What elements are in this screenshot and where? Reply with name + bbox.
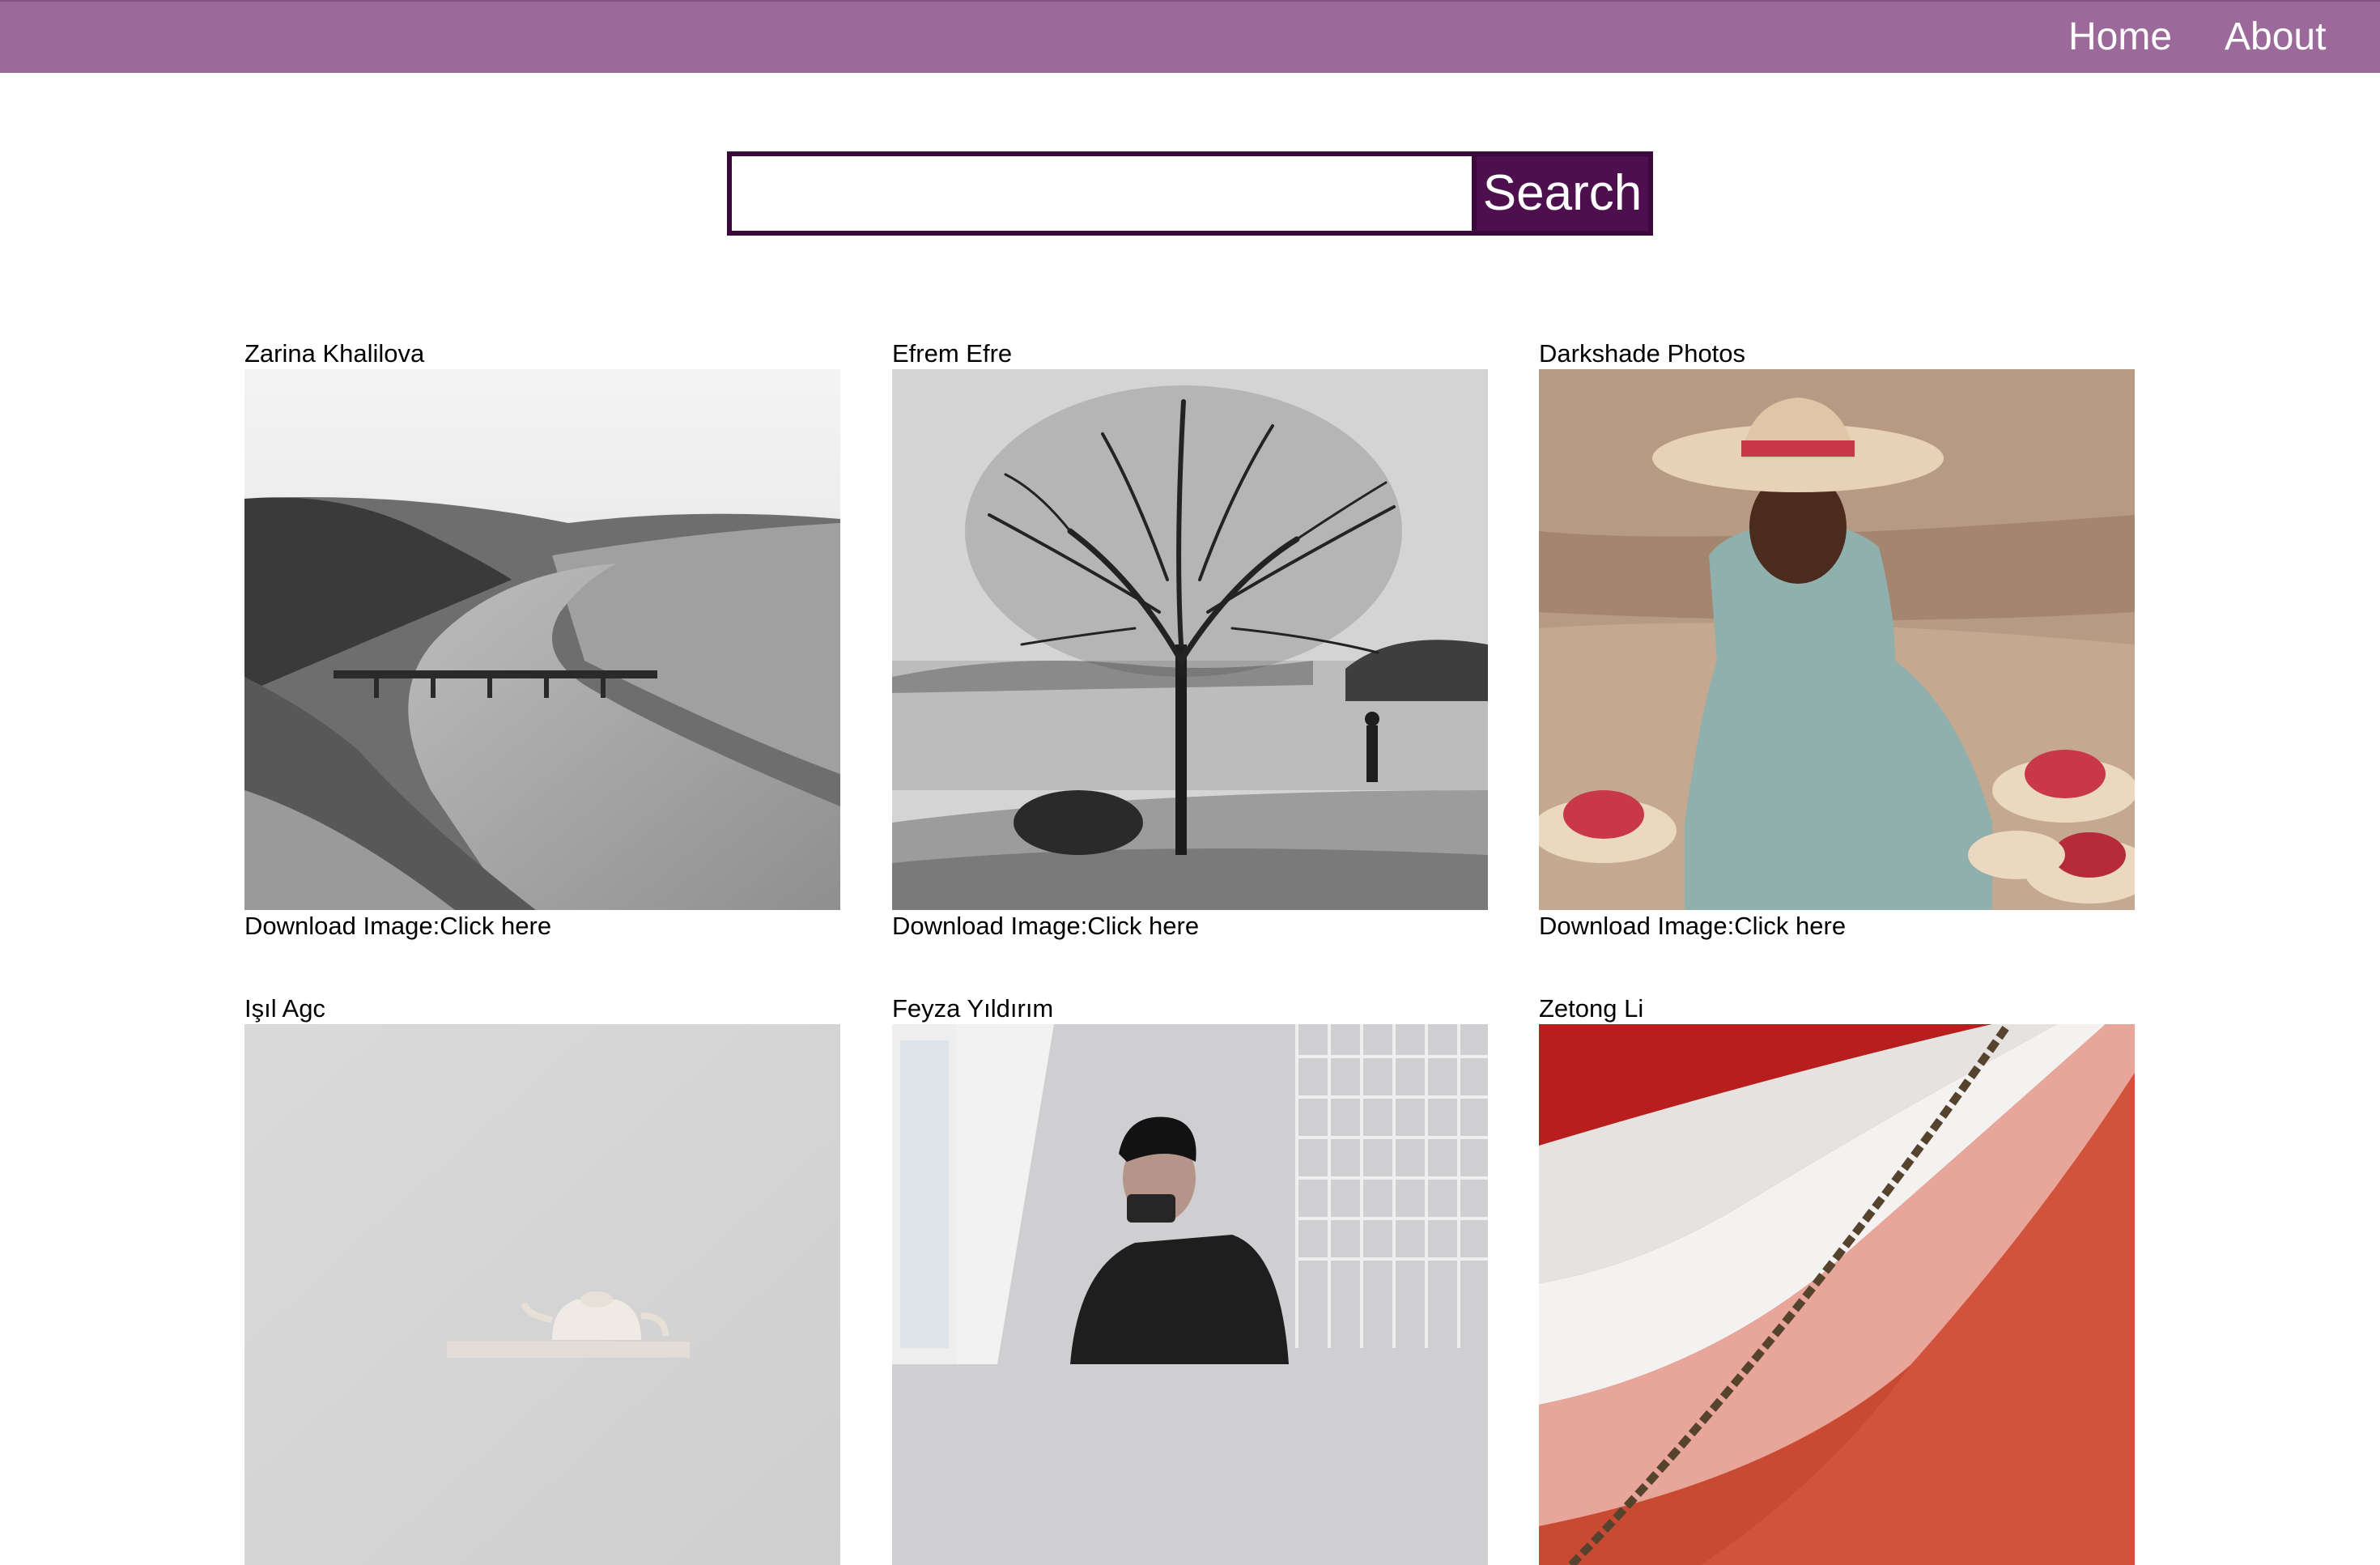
top-navigation-bar: Home About [0,0,2380,73]
photographer-name: Feyza Yıldırım [892,994,1054,1023]
image-card: Feyza Yıldırım [892,993,1488,1565]
image-card: Zarina Khalilova Download Image:Click he… [244,338,840,942]
download-row: Download Image:Click here [1539,910,2135,942]
photo-man-with-camera [892,1024,1488,1565]
search-form: Search [727,151,1653,236]
nav-about-link[interactable]: About [2225,13,2326,62]
download-link[interactable]: Click here [1087,912,1199,940]
search-input[interactable] [727,151,1472,236]
image-card: Darkshade Photos Download Image:Click he… [1539,338,2135,942]
nav-home-link[interactable]: Home [2068,13,2172,62]
download-row: Download Image:Click here [244,910,840,942]
photographer-name: Darkshade Photos [1539,339,1746,368]
photographer-name: Işıl Agc [244,994,325,1023]
download-link[interactable]: Click here [1734,912,1846,940]
photographer-name: Zetong Li [1539,994,1644,1023]
photo-teapot [244,1024,840,1565]
download-label: Download Image: [1539,912,1735,940]
photographer-name: Efrem Efre [892,339,1013,368]
download-label: Download Image: [892,912,1088,940]
photo-lone-tree [892,369,1488,910]
image-card: Işıl Agc [244,993,840,1565]
download-row: Download Image:Click here [892,910,1488,942]
photo-hat-seller [1539,369,2135,910]
photo-salt-lake-aerial [1539,1024,2135,1565]
search-button[interactable]: Search [1472,151,1653,236]
download-label: Download Image: [244,912,440,940]
image-card: Efrem Efre Download Image:Click here [892,338,1488,942]
photographer-name: Zarina Khalilova [244,339,425,368]
download-link[interactable]: Click here [440,912,551,940]
image-card: Zetong Li [1539,993,2135,1565]
photo-river-landscape [244,369,840,910]
